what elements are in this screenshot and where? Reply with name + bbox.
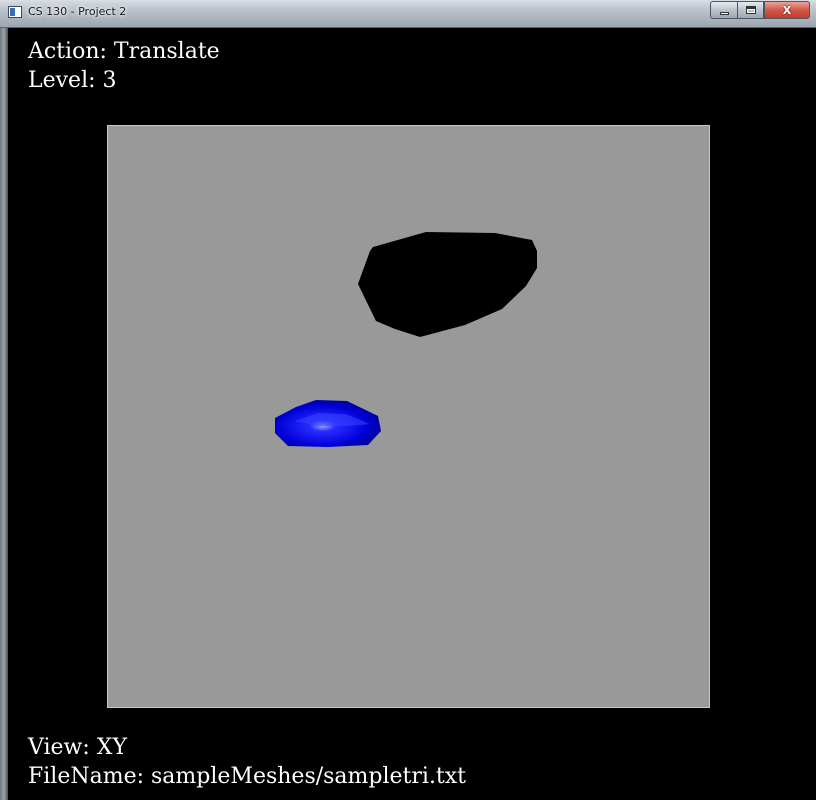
minimize-button[interactable] xyxy=(710,1,737,19)
view-label: View: XY xyxy=(28,735,127,760)
maximize-icon xyxy=(745,6,756,14)
black-mesh xyxy=(358,232,537,337)
filename-label: FileName: sampleMeshes/sampletri.txt xyxy=(28,764,467,789)
close-icon: X xyxy=(782,3,792,17)
viewport[interactable] xyxy=(107,125,710,708)
maximize-button[interactable] xyxy=(737,1,764,19)
window-title: CS 130 - Project 2 xyxy=(28,5,127,18)
app-window: CS 130 - Project 2 X Action: Translate L… xyxy=(0,0,816,800)
gl-canvas[interactable]: Action: Translate Level: 3 View: XY File… xyxy=(8,28,808,800)
action-label: Action: Translate xyxy=(28,39,220,64)
app-icon xyxy=(8,6,22,18)
level-label: Level: 3 xyxy=(28,68,117,93)
close-button[interactable]: X xyxy=(764,1,810,19)
minimize-icon xyxy=(719,12,729,15)
caption-buttons: X xyxy=(710,1,810,20)
title-bar[interactable]: CS 130 - Project 2 X xyxy=(0,0,816,28)
scene-svg xyxy=(275,232,537,447)
